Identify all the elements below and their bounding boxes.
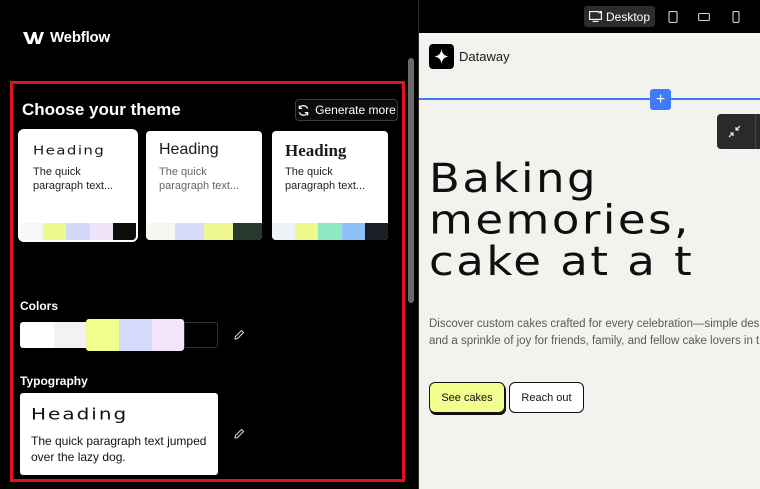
see-cakes-button[interactable]: See cakes (429, 382, 505, 413)
swatch (233, 223, 262, 240)
edit-typography-pencil-icon[interactable] (233, 428, 245, 440)
swatch (318, 223, 342, 240)
view-tablet-button[interactable] (666, 6, 680, 27)
hero-title-line-3: cake at a t (429, 237, 695, 285)
theme-panel: Webflow Choose your theme Generate more … (0, 0, 418, 489)
theme-card-paragraph: The quick paragraph text... (159, 166, 240, 192)
typography-label: Typography (20, 374, 88, 388)
scrollbar-thumb[interactable] (408, 58, 414, 303)
palette-swatch-1[interactable] (20, 322, 54, 348)
site-logo[interactable] (429, 44, 454, 69)
typography-card[interactable]: Heading The quick paragraph text jumped … (20, 393, 218, 475)
hero-title-line-1: Baking (429, 154, 599, 203)
color-palette[interactable] (20, 319, 218, 351)
palette-swatch-3[interactable] (86, 319, 119, 351)
logo-text: Webflow (50, 29, 110, 46)
section-insert-line (419, 98, 760, 100)
hero-description: Discover custom cakes crafted for every … (429, 316, 760, 350)
mobile-icon (732, 10, 740, 23)
site-name: Dataway (459, 49, 510, 64)
swatch (295, 223, 319, 240)
swatch (66, 223, 90, 240)
tablet-landscape-icon (698, 12, 710, 21)
theme-card-paragraph: The quick paragraph text... (33, 166, 114, 192)
colors-label: Colors (20, 299, 59, 313)
swatch (272, 223, 296, 240)
theme-card-1[interactable]: Heading The quick paragraph text... (20, 131, 136, 240)
webflow-logo-icon (23, 31, 44, 44)
view-mobile-button[interactable] (730, 6, 742, 27)
theme-card-heading: Heading (285, 141, 347, 160)
swatch (204, 223, 233, 240)
swatch (20, 223, 44, 240)
theme-card-swatches (272, 223, 388, 240)
palette-swatch-6[interactable] (184, 322, 218, 348)
theme-card-2[interactable]: Heading The quick paragraph text... (146, 131, 262, 240)
view-tablet-landscape-button[interactable] (697, 6, 711, 27)
palette-swatch-2[interactable] (54, 322, 87, 348)
refresh-icon (298, 104, 309, 116)
theme-section-title: Choose your theme (22, 100, 181, 119)
site-header: Dataway (419, 33, 760, 98)
swatch (89, 223, 113, 240)
collapse-arrows-icon (728, 125, 741, 138)
theme-card-heading: Heading (159, 141, 219, 158)
theme-card-swatches (20, 223, 136, 240)
viewport-toolbar: Desktop (419, 0, 760, 33)
toolbar-divider (755, 114, 756, 149)
desktop-icon (589, 11, 602, 22)
webflow-logo[interactable]: Webflow (23, 29, 110, 46)
theme-cards: Heading The quick paragraph text... Head… (20, 131, 388, 240)
palette-swatch-5[interactable] (152, 319, 184, 351)
swatch (364, 223, 388, 240)
site-preview: Desktop Dataway + Baking memories, cake … (418, 0, 760, 489)
swatch (112, 223, 136, 240)
add-section-plus-icon[interactable]: + (650, 89, 671, 110)
hero-title-line-2: memories, (429, 195, 691, 244)
generate-more-label: Generate more (315, 103, 396, 117)
generate-more-button[interactable]: Generate more (295, 99, 398, 121)
collapse-toolbar[interactable] (717, 114, 760, 149)
hero-description-line-2: and a sprinkle of joy for friends, famil… (429, 335, 760, 347)
theme-card-swatches (146, 223, 262, 240)
hero-title: Baking memories, cake at a t (429, 158, 694, 282)
palette-swatch-4[interactable] (119, 319, 152, 351)
theme-card-heading: Heading (33, 143, 106, 158)
tablet-icon (668, 10, 678, 23)
swatch (175, 223, 204, 240)
sparkle-icon (434, 49, 449, 64)
typography-paragraph: The quick paragraph text jumped over the… (31, 434, 207, 464)
theme-card-paragraph: The quick paragraph text... (285, 166, 366, 192)
view-desktop-button[interactable]: Desktop (584, 6, 655, 27)
panel-scrollbar[interactable] (407, 48, 415, 489)
edit-colors-pencil-icon[interactable] (233, 329, 245, 341)
hero-description-line-1: Discover custom cakes crafted for every … (429, 318, 760, 330)
desktop-label: Desktop (605, 9, 651, 24)
typography-heading: Heading (31, 404, 129, 424)
swatch (43, 223, 67, 240)
theme-card-3[interactable]: Heading The quick paragraph text... (272, 131, 388, 240)
reach-out-button[interactable]: Reach out (509, 382, 584, 413)
swatch (146, 223, 175, 240)
swatch (341, 223, 365, 240)
